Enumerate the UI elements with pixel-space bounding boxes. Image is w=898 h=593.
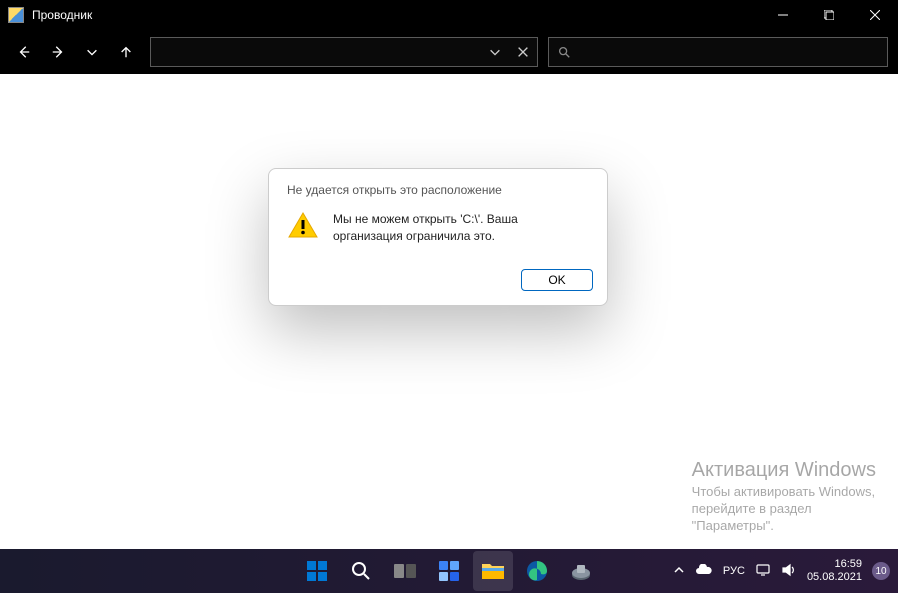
widgets-icon[interactable]	[429, 551, 469, 591]
close-button[interactable]	[852, 0, 898, 30]
task-view-icon[interactable]	[385, 551, 425, 591]
address-dropdown-icon[interactable]	[481, 38, 509, 66]
clock-time: 16:59	[807, 558, 862, 571]
content-area: Не удается открыть это расположение Мы н…	[0, 74, 898, 549]
address-bar[interactable]	[150, 37, 538, 67]
taskbar-center	[297, 551, 601, 591]
error-dialog: Не удается открыть это расположение Мы н…	[268, 168, 608, 306]
start-button[interactable]	[297, 551, 337, 591]
dialog-message: Мы не можем открыть 'C:\'. Ваша организа…	[333, 211, 589, 245]
language-indicator[interactable]: РУС	[723, 565, 745, 577]
taskbar: РУС 16:59 05.08.2021 10	[0, 549, 898, 593]
tray-chevron-icon[interactable]	[673, 564, 685, 579]
watermark-line1: Чтобы активировать Windows,	[692, 484, 876, 501]
activation-watermark: Активация Windows Чтобы активировать Win…	[692, 459, 876, 535]
recent-dropdown[interactable]	[78, 38, 106, 66]
taskbar-explorer-icon[interactable]	[473, 551, 513, 591]
network-icon[interactable]	[755, 563, 771, 580]
clock[interactable]: 16:59 05.08.2021	[807, 558, 862, 584]
watermark-line2: перейдите в раздел	[692, 501, 876, 518]
minimize-button[interactable]	[760, 0, 806, 30]
watermark-title: Активация Windows	[692, 459, 876, 482]
dialog-title: Не удается открыть это расположение	[269, 169, 607, 207]
ok-button[interactable]: OK	[521, 269, 593, 291]
search-icon	[549, 38, 579, 66]
titlebar: Проводник	[0, 0, 898, 30]
forward-button[interactable]	[44, 38, 72, 66]
search-bar[interactable]	[548, 37, 888, 67]
clock-date: 05.08.2021	[807, 571, 862, 584]
refresh-close-icon[interactable]	[509, 38, 537, 66]
taskbar-edge-icon[interactable]	[517, 551, 557, 591]
volume-icon[interactable]	[781, 563, 797, 580]
window-controls	[760, 0, 898, 30]
address-input[interactable]	[151, 45, 481, 59]
onedrive-icon[interactable]	[695, 564, 713, 579]
system-tray: РУС 16:59 05.08.2021 10	[673, 558, 890, 584]
search-input[interactable]	[579, 45, 887, 59]
taskbar-app-icon[interactable]	[561, 551, 601, 591]
explorer-icon	[8, 7, 24, 23]
window-title: Проводник	[32, 8, 760, 22]
up-button[interactable]	[112, 38, 140, 66]
taskbar-search-icon[interactable]	[341, 551, 381, 591]
maximize-button[interactable]	[806, 0, 852, 30]
navbar	[0, 30, 898, 74]
watermark-line3: "Параметры".	[692, 518, 876, 535]
notification-badge[interactable]: 10	[872, 562, 890, 580]
back-button[interactable]	[10, 38, 38, 66]
warning-icon	[287, 211, 319, 239]
